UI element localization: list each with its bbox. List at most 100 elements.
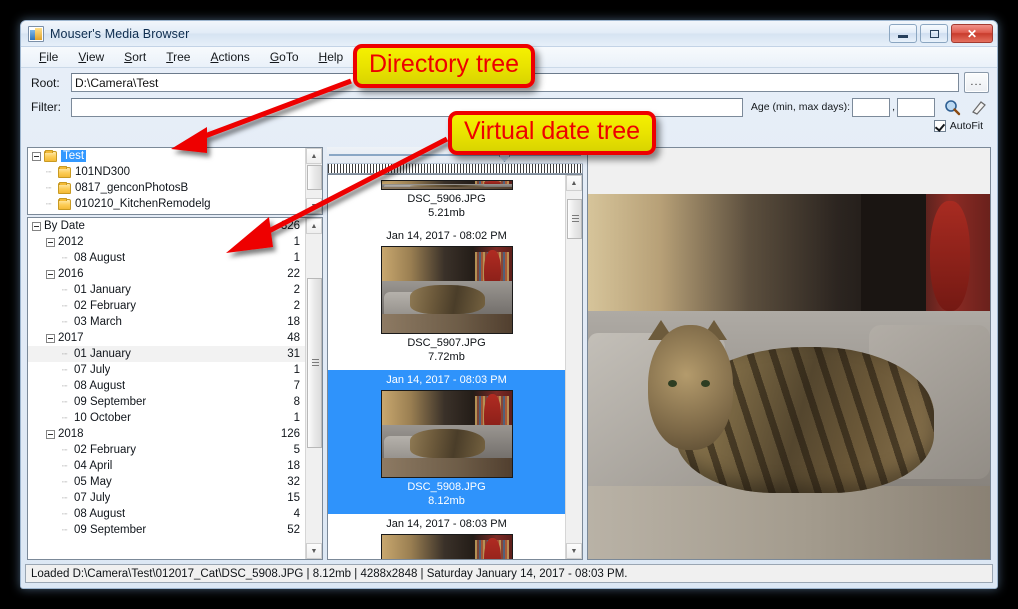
tree-row-label: 01 January [74, 348, 131, 360]
folder-icon [44, 151, 57, 162]
scrollbar-grip-icon [572, 215, 579, 223]
tree-row[interactable]: ┈08 August1 [28, 250, 305, 266]
thumbnail-date: Jan 14, 2017 - 08:03 PM [328, 373, 565, 388]
tree-row[interactable]: ┈04 April18 [28, 458, 305, 474]
tree-row[interactable]: ┈03 March18 [28, 314, 305, 330]
directory-tree-scrollbar[interactable]: ▲ ▼ [305, 148, 322, 214]
scroll-down-icon[interactable]: ▼ [306, 198, 322, 214]
thumbnail-date: Jan 14, 2017 - 08:02 PM [328, 229, 565, 244]
thumbnail-item[interactable]: DSC_5906.JPG5.21mb [328, 175, 565, 226]
tree-connector-icon: ┈ [46, 184, 55, 193]
scroll-down-icon[interactable]: ▼ [306, 543, 322, 559]
menu-item-file[interactable]: File [29, 48, 68, 66]
scrollbar-thumb[interactable] [307, 278, 322, 448]
tree-row-label: 2018 [58, 428, 84, 440]
collapse-icon[interactable] [32, 152, 41, 161]
thumbnail-item[interactable]: Jan 14, 2017 - 08:03 PM [328, 514, 565, 559]
tree-row[interactable]: ┈09 September52 [28, 522, 305, 538]
image-preview-pane[interactable] [587, 147, 991, 560]
tree-row[interactable]: ┈05 May32 [28, 474, 305, 490]
collapse-icon[interactable] [46, 430, 55, 439]
tree-row[interactable]: ┈09 September8 [28, 394, 305, 410]
menu-item-sort[interactable]: Sort [114, 48, 156, 66]
tree-row[interactable]: 201748 [28, 330, 305, 346]
close-button[interactable]: ✕ [951, 24, 993, 43]
ruler-strip [327, 164, 583, 174]
folder-icon [58, 167, 71, 178]
tree-row[interactable]: ┈01 January2 [28, 282, 305, 298]
menu-item-help[interactable]: Help [309, 48, 354, 66]
autofit-checkbox[interactable] [934, 120, 946, 132]
collapse-icon[interactable] [46, 334, 55, 343]
menu-bar: File View Sort Tree Actions GoTo Help [21, 47, 997, 68]
tree-row[interactable]: By Date326 [28, 218, 305, 234]
tree-connector-icon: ┈ [62, 510, 71, 519]
menu-accel: G [270, 50, 279, 64]
tree-row[interactable]: 20121 [28, 234, 305, 250]
tree-row-count: 7 [294, 380, 305, 392]
tree-row-label: Test [61, 150, 86, 162]
scroll-up-icon[interactable]: ▲ [306, 218, 322, 234]
collapse-icon[interactable] [46, 238, 55, 247]
scroll-up-icon[interactable]: ▲ [566, 175, 582, 191]
tree-row[interactable]: 2018126 [28, 426, 305, 442]
maximize-button[interactable] [920, 24, 948, 43]
thumbnail-image [381, 246, 513, 334]
menu-accel: V [78, 50, 86, 64]
tree-row[interactable]: ┈07 July1 [28, 362, 305, 378]
minimize-button[interactable] [889, 24, 917, 43]
thumbnail-scene [382, 181, 512, 189]
tree-row[interactable]: ┈07 July15 [28, 490, 305, 506]
scrollbar-thumb[interactable] [307, 165, 322, 190]
tree-row-label: 09 September [74, 396, 146, 408]
tree-row[interactable]: ┈101ND300 [28, 164, 305, 180]
tree-row-label: 07 July [74, 364, 110, 376]
age-separator: , [892, 101, 895, 113]
tree-connector-icon: ┈ [62, 446, 71, 455]
tree-connector-icon: ┈ [46, 200, 55, 209]
tree-row-count: 1 [294, 412, 305, 424]
tree-row[interactable]: ┈010210_KitchenRemodelg [28, 196, 305, 212]
tree-row[interactable]: ┈02 February5 [28, 442, 305, 458]
tree-row[interactable]: 201622 [28, 266, 305, 282]
scroll-down-icon[interactable]: ▼ [566, 543, 582, 559]
eraser-icon[interactable] [967, 97, 989, 117]
thumbnail-item[interactable]: Jan 14, 2017 - 08:02 PMDSC_5907.JPG7.72m… [328, 226, 565, 370]
menu-item-tree[interactable]: Tree [156, 48, 200, 66]
tree-row[interactable]: ┈10 October1 [28, 410, 305, 426]
thumbnail-size-slider[interactable] [327, 147, 583, 164]
tree-row[interactable]: Test [28, 148, 305, 164]
collapse-icon[interactable] [46, 270, 55, 279]
root-input[interactable]: D:\Camera\Test [71, 73, 959, 92]
tree-row[interactable]: ┈08 August7 [28, 378, 305, 394]
virtual-date-tree[interactable]: By Date32620121┈08 August1201622┈01 Janu… [27, 217, 323, 560]
filter-label: Filter: [31, 100, 71, 114]
menu-item-view[interactable]: View [68, 48, 114, 66]
menu-item-goto[interactable]: GoTo [260, 48, 309, 66]
age-max-input[interactable] [897, 98, 935, 117]
tree-row[interactable]: ┈01 January31 [28, 346, 305, 362]
slider-handle[interactable] [499, 147, 510, 162]
title-bar: Mouser's Media Browser ✕ [21, 21, 997, 47]
folder-icon [58, 199, 71, 210]
thumbnail-scene [382, 535, 512, 559]
thumbnail-scrollbar[interactable]: ▲ ▼ [565, 175, 582, 559]
directory-tree[interactable]: Test ┈101ND300┈0817_genconPhotosB┈010210_… [27, 147, 323, 215]
browse-button[interactable]: ... [964, 72, 989, 93]
magnifier-icon[interactable] [941, 97, 963, 117]
main-panes: Test ┈101ND300┈0817_genconPhotosB┈010210_… [27, 147, 991, 560]
tree-row-label: 01 January [74, 284, 131, 296]
scroll-up-icon[interactable]: ▲ [306, 148, 322, 164]
thumbnail-panel[interactable]: DSC_5906.JPG5.21mb Jan 14, 2017 - 08:02 P… [327, 174, 583, 560]
scrollbar-thumb[interactable] [567, 199, 582, 239]
filter-input[interactable] [71, 98, 743, 117]
tree-row[interactable]: ┈0817_genconPhotosB [28, 180, 305, 196]
collapse-icon[interactable] [32, 222, 41, 231]
menu-item-actions[interactable]: Actions [200, 48, 259, 66]
thumbnail-filename: DSC_5907.JPG [328, 336, 565, 350]
thumbnail-item[interactable]: Jan 14, 2017 - 08:03 PMDSC_5908.JPG8.12m… [328, 370, 565, 514]
virtual-date-tree-scrollbar[interactable]: ▲ ▼ [305, 218, 322, 559]
tree-row[interactable]: ┈02 February2 [28, 298, 305, 314]
age-min-input[interactable] [852, 98, 890, 117]
tree-row[interactable]: ┈08 August4 [28, 506, 305, 522]
